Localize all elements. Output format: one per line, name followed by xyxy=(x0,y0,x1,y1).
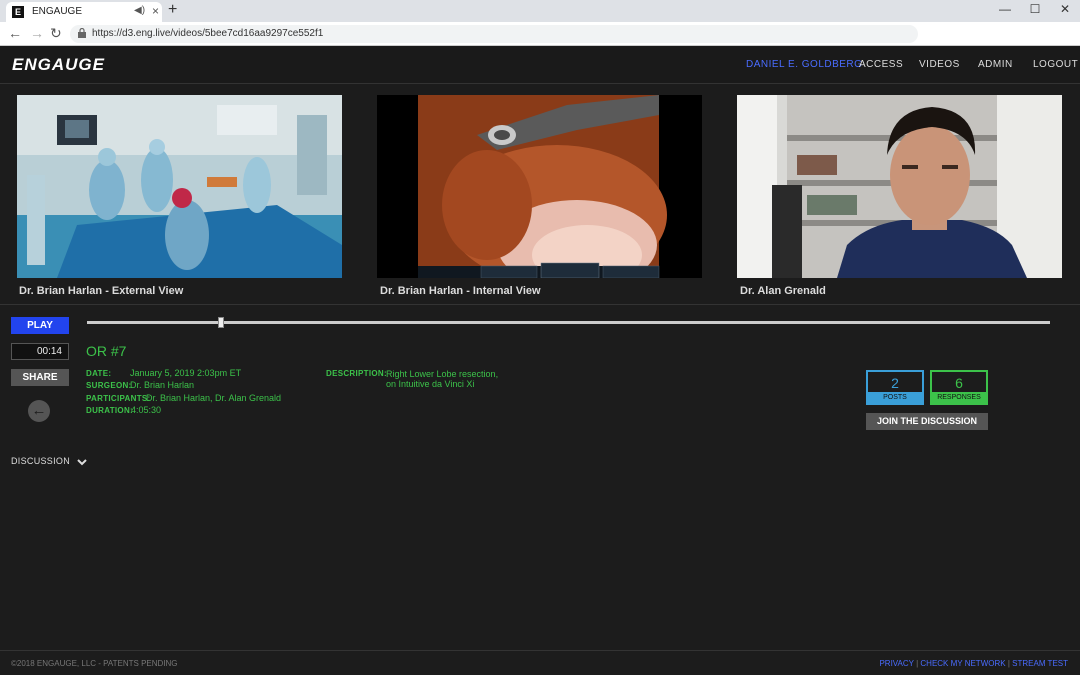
description-label: DESCRIPTION: xyxy=(326,369,387,378)
app-header: ENGAUGE DANIEL E. GOLDBERG ACCESS VIDEOS… xyxy=(0,46,1080,84)
nav-videos[interactable]: VIDEOS xyxy=(919,59,960,70)
discussion-toggle[interactable]: DISCUSSION xyxy=(11,456,87,466)
posts-label: POSTS xyxy=(868,392,922,403)
discussion-label: DISCUSSION xyxy=(11,456,71,466)
description-line-1: Right Lower Lobe resection, xyxy=(386,369,499,379)
favicon-icon: E xyxy=(12,6,24,18)
share-button[interactable]: SHARE xyxy=(11,369,69,386)
privacy-link[interactable]: PRIVACY xyxy=(879,659,913,668)
nav-admin[interactable]: ADMIN xyxy=(978,59,1013,70)
timeline-scrubber[interactable] xyxy=(217,317,224,328)
lock-icon xyxy=(78,28,86,38)
back-arrow-icon[interactable]: ← xyxy=(28,400,50,422)
forward-icon[interactable]: → xyxy=(30,25,44,41)
footer-divider xyxy=(0,650,1080,651)
browser-tab-bar: E ENGAUGE ◀) × + — ☐ ✕ xyxy=(0,0,1080,22)
surgeon-label: SURGEON: xyxy=(86,381,132,390)
footer-links: PRIVACY | CHECK MY NETWORK | STREAM TEST xyxy=(879,659,1068,668)
duration-label: DURATION: xyxy=(86,406,133,415)
back-icon[interactable]: ← xyxy=(8,25,22,41)
video-label-webcam: Dr. Alan Grenald xyxy=(740,285,826,297)
speaker-icon[interactable]: ◀) xyxy=(134,5,145,16)
video-webcam-view[interactable] xyxy=(737,95,1062,278)
new-tab-button[interactable]: + xyxy=(168,1,177,19)
address-bar: ← → ↻ https://d3.eng.live/videos/5bee7cd… xyxy=(0,22,1080,46)
nav-logout[interactable]: LOGOUT xyxy=(1033,59,1078,70)
check-network-link[interactable]: CHECK MY NETWORK xyxy=(920,659,1005,668)
room-title: OR #7 xyxy=(86,343,127,359)
join-discussion-button[interactable]: JOIN THE DISCUSSION xyxy=(866,413,988,430)
duration-value: 4:05:30 xyxy=(131,405,162,415)
minimize-icon[interactable]: — xyxy=(990,2,1020,16)
participants-label: PARTICIPANTS: xyxy=(86,394,151,403)
maximize-icon[interactable]: ☐ xyxy=(1020,2,1050,16)
timeline-track[interactable] xyxy=(87,321,1050,324)
video-label-internal: Dr. Brian Harlan - Internal View xyxy=(380,285,541,297)
engauge-logo[interactable]: ENGAUGE xyxy=(12,55,105,75)
chevron-down-icon xyxy=(77,458,87,466)
video-external-view[interactable] xyxy=(17,95,342,278)
time-display: 00:14 xyxy=(11,343,69,360)
posts-count: 2 xyxy=(891,375,899,391)
close-tab-icon[interactable]: × xyxy=(152,4,159,18)
url-text: https://d3.eng.live/videos/5bee7cd16aa92… xyxy=(92,28,324,39)
url-field[interactable]: https://d3.eng.live/videos/5bee7cd16aa92… xyxy=(70,25,918,43)
tab-title: ENGAUGE xyxy=(32,6,83,17)
date-value: January 5, 2019 2:03pm ET xyxy=(130,368,242,378)
webcam-image xyxy=(737,95,1062,278)
operating-room-image xyxy=(17,95,342,278)
stream-test-link[interactable]: STREAM TEST xyxy=(1012,659,1068,668)
divider xyxy=(0,304,1080,305)
window-close-icon[interactable]: ✕ xyxy=(1050,2,1080,16)
surgeon-value: Dr. Brian Harlan xyxy=(130,380,195,390)
browser-tab[interactable]: E ENGAUGE ◀) × xyxy=(6,2,162,22)
play-button[interactable]: PLAY xyxy=(11,317,69,334)
description-line-2: on Intuitive da Vinci Xi xyxy=(386,379,475,389)
responses-label: RESPONSES xyxy=(932,392,986,403)
nav-access[interactable]: ACCESS xyxy=(859,59,903,70)
participants-value: Dr. Brian Harlan, Dr. Alan Grenald xyxy=(146,393,282,403)
posts-stat[interactable]: 2 POSTS xyxy=(866,370,924,405)
footer-copyright: ©2018 ENGAUGE, LLC - PATENTS PENDING xyxy=(11,659,178,668)
reload-icon[interactable]: ↻ xyxy=(50,25,62,42)
responses-stat[interactable]: 6 RESPONSES xyxy=(930,370,988,405)
video-label-external: Dr. Brian Harlan - External View xyxy=(19,285,184,297)
nav-user[interactable]: DANIEL E. GOLDBERG xyxy=(746,59,862,70)
video-internal-view[interactable] xyxy=(377,95,702,278)
endoscope-image xyxy=(377,95,700,278)
date-label: DATE: xyxy=(86,369,112,378)
responses-count: 6 xyxy=(955,375,963,391)
